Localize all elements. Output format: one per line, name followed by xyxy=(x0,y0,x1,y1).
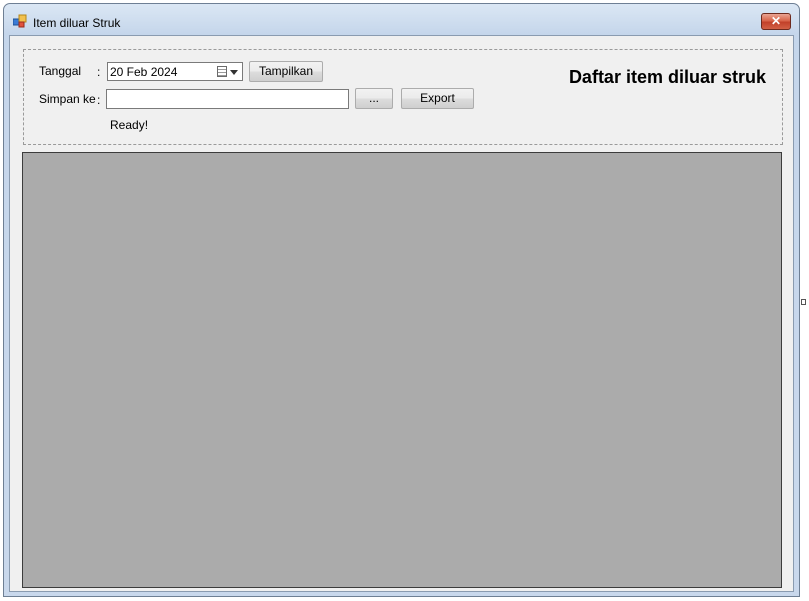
status-text: Ready! xyxy=(110,118,149,132)
close-icon: ✕ xyxy=(770,14,782,28)
tampilkan-button[interactable]: Tampilkan xyxy=(249,61,323,82)
simpan-label: Simpan ke xyxy=(39,92,96,106)
save-path-input[interactable] xyxy=(106,89,349,109)
form-client-area: Tanggal : 20 Feb 2024 Tampilkan Simpan k… xyxy=(9,35,794,592)
browse-button[interactable]: ... xyxy=(355,88,393,109)
chevron-down-icon[interactable] xyxy=(230,70,238,75)
simpan-colon: : xyxy=(97,93,101,107)
title-bar[interactable]: Item diluar Struk ✕ xyxy=(4,4,799,36)
window-title: Item diluar Struk xyxy=(33,16,121,30)
calendar-icon[interactable] xyxy=(217,66,227,77)
main-window: Item diluar Struk ✕ Tanggal : 20 Feb 202… xyxy=(3,3,800,597)
date-picker[interactable]: 20 Feb 2024 xyxy=(107,62,243,81)
app-form-icon xyxy=(13,14,27,28)
tanggal-colon: : xyxy=(97,65,101,79)
export-button[interactable]: Export xyxy=(401,88,474,109)
page-title: Daftar item diluar struk xyxy=(568,67,766,87)
filter-group-box: Tanggal : 20 Feb 2024 Tampilkan Simpan k… xyxy=(23,49,783,145)
close-button[interactable]: ✕ xyxy=(761,13,791,30)
data-grid[interactable] xyxy=(22,152,782,588)
tanggal-label: Tanggal xyxy=(39,64,82,78)
resize-handle[interactable] xyxy=(801,299,806,305)
date-value: 20 Feb 2024 xyxy=(110,65,178,79)
